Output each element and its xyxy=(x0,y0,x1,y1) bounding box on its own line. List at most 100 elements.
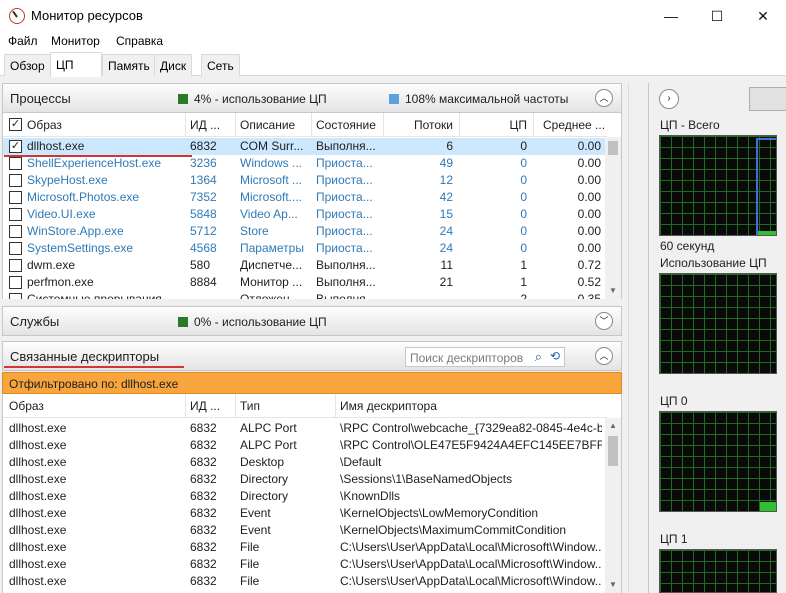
max-frequency-legend: 108% максимальной частоты xyxy=(389,92,568,106)
process-row[interactable]: ✓ dllhost.exe 6832 COM Surr... Выполня... 6 0 0… xyxy=(3,138,607,155)
process-cpu: 0 xyxy=(520,207,527,221)
process-checkbox[interactable] xyxy=(9,242,22,255)
handles-scrollbar[interactable]: ▲ ▼ xyxy=(605,418,621,593)
handle-row[interactable]: dllhost.exe 6832 File C:\Users\User\AppData… xyxy=(3,556,607,573)
process-average-cpu: 0.00 xyxy=(577,190,601,204)
col-threads[interactable]: Потоки xyxy=(383,118,453,132)
col-pid[interactable]: ИД ... xyxy=(190,118,220,132)
handle-type: Event xyxy=(240,506,271,520)
minimize-button[interactable]: — xyxy=(648,0,694,32)
process-row[interactable]: dwm.exe 580 Диспетче... Выполня... 11 1 0.72 xyxy=(3,257,607,274)
process-checkbox[interactable] xyxy=(9,276,22,289)
processes-scrollbar[interactable]: ▼ xyxy=(605,137,621,299)
handle-image: dllhost.exe xyxy=(9,472,67,486)
process-checkbox[interactable] xyxy=(9,157,22,170)
process-status: Приоста... xyxy=(316,173,373,187)
pane-splitter[interactable] xyxy=(628,83,642,593)
process-row[interactable]: perfmon.exe 8884 Монитор ... Выполня... 21 1 0… xyxy=(3,274,607,291)
services-title: Службы xyxy=(10,314,60,329)
process-checkbox[interactable] xyxy=(9,174,22,187)
col-image[interactable]: Образ xyxy=(27,118,62,132)
filter-bar: Отфильтровано по: dllhost.exe xyxy=(2,372,622,394)
services-header[interactable]: Службы 0% - использование ЦП ﹀ xyxy=(2,306,622,336)
menu-monitor[interactable]: Монитор xyxy=(51,34,100,48)
tab-disk[interactable]: Диск xyxy=(154,54,193,76)
scroll-down-arrow-icon[interactable]: ▼ xyxy=(605,577,621,593)
handle-row[interactable]: dllhost.exe 6832 Event \KernelObjects\Maxim… xyxy=(3,522,607,539)
tab-cpu[interactable]: ЦП xyxy=(50,52,102,77)
scroll-up-arrow-icon[interactable]: ▲ xyxy=(605,418,621,434)
handle-search-input[interactable]: Поиск дескрипторов ⌕ ⟲ xyxy=(405,347,565,367)
handle-type: ALPC Port xyxy=(240,438,297,452)
handle-name: C:\Users\User\AppData\Local\Microsoft\Wi… xyxy=(340,540,602,554)
handle-row[interactable]: dllhost.exe 6832 ALPC Port \RPC Control\OLE… xyxy=(3,437,607,454)
process-row[interactable]: Системные прерывания - Отложен... Выполня..… xyxy=(3,291,607,299)
process-checkbox[interactable] xyxy=(9,208,22,221)
col-status[interactable]: Состояние xyxy=(316,118,376,132)
col-handle-pid[interactable]: ИД ... xyxy=(190,399,220,413)
col-handle-name[interactable]: Имя дескриптора xyxy=(340,399,437,413)
expand-down-icon[interactable]: ﹀ xyxy=(595,312,613,330)
col-handle-image[interactable]: Образ xyxy=(9,399,44,413)
tab-memory[interactable]: Память xyxy=(102,54,156,76)
blue-legend-square-icon xyxy=(389,94,399,104)
tab-overview[interactable]: Обзор xyxy=(4,54,51,76)
process-image: WinStore.App.exe xyxy=(27,224,124,238)
menu-file[interactable]: Файл xyxy=(8,34,38,48)
process-description: Монитор ... xyxy=(240,275,303,289)
process-description: Windows ... xyxy=(240,156,303,170)
maximize-button[interactable]: ☐ xyxy=(694,0,740,32)
process-row[interactable]: WinStore.App.exe 5712 Store Приоста... 24 0 0.… xyxy=(3,223,607,240)
process-row[interactable]: SystemSettings.exe 4568 Параметры Приоста..… xyxy=(3,240,607,257)
handle-row[interactable]: dllhost.exe 6832 Directory \Sessions\1\Base… xyxy=(3,471,607,488)
process-checkbox[interactable] xyxy=(9,225,22,238)
handle-pid: 6832 xyxy=(190,438,217,452)
collapse-up-icon[interactable]: ︿ xyxy=(595,347,613,365)
handle-type: Directory xyxy=(240,472,289,486)
processes-scroll-thumb[interactable] xyxy=(608,141,618,155)
handle-type: ALPC Port xyxy=(240,421,297,435)
handle-row[interactable]: dllhost.exe 6832 Directory \KnownDlls xyxy=(3,488,607,505)
process-pid: 6832 xyxy=(190,139,217,153)
process-image: perfmon.exe xyxy=(27,275,94,289)
resource-monitor-app-icon xyxy=(9,8,25,24)
col-cpu[interactable]: ЦП xyxy=(459,118,527,132)
scroll-down-arrow-icon[interactable]: ▼ xyxy=(605,283,621,299)
handle-row[interactable]: dllhost.exe 6832 File C:\Users\User\AppData… xyxy=(3,573,607,590)
process-row[interactable]: Microsoft.Photos.exe 7352 Microsoft.... При… xyxy=(3,189,607,206)
search-icon[interactable]: ⌕ xyxy=(535,349,542,365)
col-description[interactable]: Описание xyxy=(240,118,295,132)
process-checkbox[interactable] xyxy=(9,293,22,299)
refresh-icon[interactable]: ⟲ xyxy=(550,349,560,363)
expand-right-icon[interactable]: › xyxy=(659,89,679,109)
menu-help[interactable]: Справка xyxy=(116,34,163,48)
handle-type: Desktop xyxy=(240,455,285,469)
processes-header[interactable]: Процессы 4% - использование ЦП 108% макс… xyxy=(2,83,622,113)
process-threads: - xyxy=(449,292,453,299)
green-legend-square-icon xyxy=(178,317,188,327)
col-average-cpu[interactable]: Среднее ... xyxy=(543,118,605,132)
process-checkbox[interactable] xyxy=(9,259,22,272)
tab-network[interactable]: Сеть xyxy=(201,54,240,76)
process-row[interactable]: SkypeHost.exe 1364 Microsoft ... Приоста...… xyxy=(3,172,607,189)
handle-row[interactable]: dllhost.exe 6832 Event \KernelObjects\LowMe… xyxy=(3,505,607,522)
handle-row[interactable]: dllhost.exe 6832 Desktop \Default xyxy=(3,454,607,471)
handle-image: dllhost.exe xyxy=(9,557,67,571)
close-button[interactable]: ✕ xyxy=(740,0,786,32)
views-dropdown[interactable] xyxy=(749,87,786,111)
process-row[interactable]: Video.UI.exe 5848 Video Ap... Приоста... 15 0… xyxy=(3,206,607,223)
process-status: Выполня... xyxy=(316,275,376,289)
select-all-checkbox[interactable]: ✓ xyxy=(9,118,22,131)
graph-label-cpu1: ЦП 1 xyxy=(660,532,688,546)
col-handle-type[interactable]: Тип xyxy=(240,399,260,413)
handle-row[interactable]: dllhost.exe 6832 File C:\Users\User\AppData… xyxy=(3,539,607,556)
process-row[interactable]: ShellExperienceHost.exe 3236 Windows ... Пр… xyxy=(3,155,607,172)
handle-row[interactable]: dllhost.exe 6832 ALPC Port \RPC Control\web… xyxy=(3,420,607,437)
process-status: Приоста... xyxy=(316,156,373,170)
handle-pid: 6832 xyxy=(190,523,217,537)
collapse-up-icon[interactable]: ︿ xyxy=(595,89,613,107)
process-checkbox[interactable]: ✓ xyxy=(9,140,22,153)
handles-scroll-thumb[interactable] xyxy=(608,436,618,466)
process-checkbox[interactable] xyxy=(9,191,22,204)
process-threads: 49 xyxy=(439,156,453,170)
